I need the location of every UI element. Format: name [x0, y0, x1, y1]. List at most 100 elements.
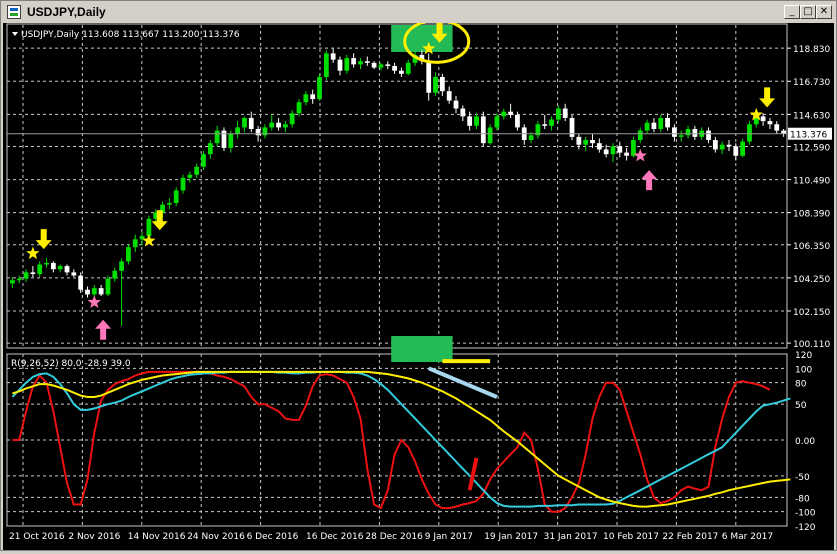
arrow-down-icon — [35, 229, 52, 250]
title-bar[interactable]: USDJPY,Daily _ □ ✕ — [3, 3, 834, 22]
candle-body — [85, 289, 90, 295]
candle-body — [371, 62, 377, 68]
osc-tick-label: 100 — [795, 365, 812, 375]
candle-body — [624, 152, 630, 156]
green-marker-box-osc — [391, 336, 453, 362]
candle-body — [453, 100, 459, 109]
candle-body — [692, 128, 698, 137]
candle-body — [726, 144, 732, 147]
candle-body — [760, 116, 766, 122]
candle-body — [426, 61, 432, 93]
candle-body — [542, 124, 548, 126]
candle-body — [221, 130, 227, 148]
candle-body — [508, 111, 513, 115]
candle-body — [358, 61, 363, 65]
candle-body — [194, 166, 200, 175]
current-price-label: 113.376 — [790, 131, 827, 141]
pink-star-icon — [87, 295, 101, 308]
candle-body — [303, 94, 309, 103]
candle-body — [119, 261, 124, 271]
candle-body — [576, 136, 582, 145]
candle-body — [685, 128, 691, 136]
x-tick-label: 14 Nov 2016 — [128, 532, 186, 542]
candle-body — [515, 114, 520, 128]
candle-body — [555, 108, 561, 120]
candle-body — [590, 140, 595, 144]
candle-body — [446, 91, 452, 101]
candle-body — [460, 108, 466, 117]
candle-body — [364, 61, 370, 63]
candle-body — [767, 121, 773, 125]
minimize-button[interactable]: _ — [784, 5, 800, 19]
candle-body — [23, 272, 29, 279]
x-tick-label: 6 Dec 2016 — [247, 532, 299, 542]
candle-body — [439, 76, 445, 92]
candle-body — [235, 127, 241, 134]
candle-body — [105, 278, 111, 295]
osc-tick-label: -80 — [795, 494, 810, 504]
candle-body — [405, 62, 411, 74]
price-header-text: USDJPY,Daily 113.608 113.667 113.200 113… — [21, 30, 240, 40]
candle-body — [610, 146, 616, 155]
chart-svg[interactable]: 21 Oct 2016 2 Nov 2016 14 Nov 2016 24 Nov 2… — [3, 18, 834, 550]
x-tick-label: 16 Dec 2016 — [306, 532, 364, 542]
candle-body — [385, 64, 391, 66]
candle-body — [562, 108, 568, 118]
candle-body — [269, 122, 275, 128]
candle-body — [678, 135, 684, 137]
candle-body — [214, 130, 220, 144]
app-icon — [7, 5, 21, 19]
price-tick-label: 110.490 — [793, 177, 830, 187]
candle-body — [467, 116, 473, 126]
candle-body — [296, 102, 302, 114]
price-tick-label: 116.730 — [793, 78, 830, 88]
candle-body — [317, 76, 322, 100]
osc-tick-label: -120 — [795, 523, 816, 533]
candle-body — [644, 122, 650, 131]
candle-body — [228, 133, 234, 148]
candle-body — [719, 144, 725, 150]
candle-body — [433, 76, 438, 93]
candle-body — [583, 140, 589, 145]
x-tick-label: 28 Dec 2016 — [365, 532, 423, 542]
osc-tick-label: -50 — [795, 473, 810, 483]
price-tick-label: 114.630 — [793, 111, 830, 121]
candle-body — [747, 124, 752, 142]
candle-body — [392, 65, 397, 71]
x-tick-label: 31 Jan 2017 — [544, 532, 598, 542]
price-tick-label: 108.390 — [793, 210, 830, 220]
x-tick-label: 24 Nov 2016 — [187, 532, 245, 542]
candle-body — [501, 111, 507, 117]
maximize-button[interactable]: □ — [800, 5, 816, 19]
x-tick-label: 6 Mar 2017 — [722, 532, 773, 542]
candle-body — [549, 119, 554, 126]
candle-body — [64, 266, 70, 273]
candle-body — [50, 262, 56, 270]
close-button[interactable]: ✕ — [816, 5, 832, 19]
osc-tick-label: 80 — [795, 380, 807, 390]
yellow-star-icon — [26, 246, 40, 260]
arrow-up-icon — [641, 170, 658, 191]
candle-body — [351, 58, 357, 65]
chart-window: USDJPY,Daily _ □ ✕ 21 Oct 2016 2 Nov 2016… — [0, 0, 837, 551]
candle-body — [617, 146, 623, 153]
dropdown-icon[interactable] — [12, 32, 18, 36]
price-panel-frame — [6, 23, 788, 349]
candle-body — [330, 53, 336, 60]
price-tick-label: 112.590 — [793, 143, 830, 153]
candle-body — [180, 177, 186, 191]
candle-body — [774, 124, 780, 131]
candle-body — [126, 247, 131, 262]
candle-body — [706, 130, 711, 141]
candle-body — [740, 141, 746, 156]
chart-frame[interactable]: 21 Oct 2016 2 Nov 2016 14 Nov 2016 24 Nov 2… — [3, 18, 834, 550]
candle-body — [596, 143, 602, 150]
green-marker-box-top — [391, 25, 453, 52]
x-tick-label: 2 Nov 2016 — [68, 532, 120, 542]
osc-tick-label: 50 — [795, 401, 807, 411]
price-tick-label: 104.250 — [793, 275, 830, 285]
candle-body — [248, 117, 254, 129]
price-tick-label: 102.150 — [793, 308, 830, 318]
osc-tick-label: -100 — [795, 509, 816, 519]
candle-body — [242, 117, 247, 128]
